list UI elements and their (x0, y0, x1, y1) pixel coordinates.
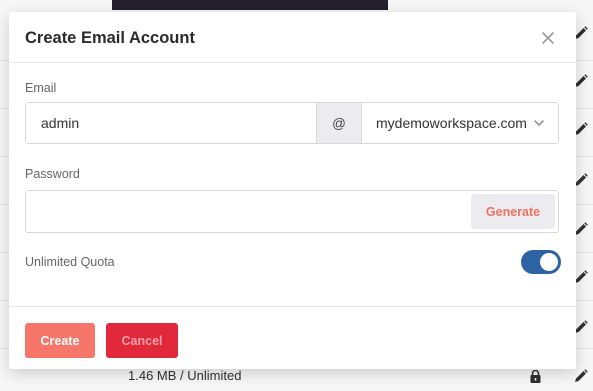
create-email-account-dialog: Create Email Account Email @ mydemoworks… (9, 12, 576, 369)
toggle-knob (540, 253, 558, 271)
password-input[interactable] (26, 191, 471, 232)
email-label: Email (25, 81, 57, 95)
cancel-button[interactable]: Cancel (106, 323, 178, 358)
password-input-group: Generate (25, 190, 559, 233)
domain-select-value: mydemoworkspace.com (376, 115, 527, 131)
dialog-footer-divider (9, 306, 576, 307)
generate-password-button[interactable]: Generate (471, 194, 555, 229)
at-symbol-addon: @ (316, 103, 362, 143)
domain-select[interactable]: mydemoworkspace.com (362, 103, 558, 143)
chevron-down-icon (534, 120, 544, 127)
dialog-title: Create Email Account (25, 29, 195, 47)
close-icon[interactable] (541, 31, 555, 45)
create-button[interactable]: Create (25, 323, 95, 358)
email-input-group: @ mydemoworkspace.com (25, 102, 559, 144)
unlimited-quota-toggle[interactable] (521, 250, 561, 274)
unlimited-quota-label: Unlimited Quota (25, 255, 115, 269)
password-label: Password (25, 167, 80, 181)
email-username-input[interactable] (26, 103, 316, 143)
dialog-header: Create Email Account (9, 12, 576, 63)
